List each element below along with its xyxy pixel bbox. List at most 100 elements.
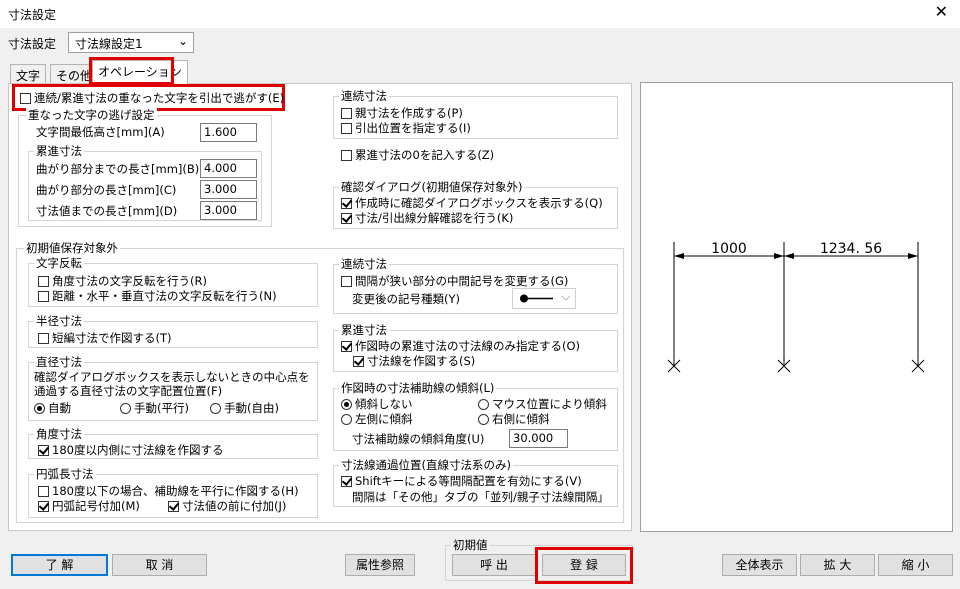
diameter-desc-2: 通過する直径寸法の文字配置位置(F) (34, 384, 223, 398)
symbol-type-select[interactable] (512, 288, 576, 309)
dim-value-length-label: 寸法値までの長さ[mm](D) (36, 204, 178, 218)
setting-label: 寸法設定 (8, 37, 57, 51)
draw-dimline-option[interactable]: 寸法線を作図する(S) (353, 354, 475, 369)
diameter-manual-parallel-option[interactable]: 手動(平行) (120, 401, 189, 416)
symbol-type-label: 変更後の記号種類(Y) (352, 292, 460, 306)
zoom-out-button[interactable]: 縮 小 (878, 554, 953, 576)
parent-dim-checkbox[interactable] (341, 108, 352, 119)
radius-short-option[interactable]: 短編寸法で作図する(T) (38, 331, 172, 346)
cumul-zero-checkbox[interactable] (341, 150, 352, 161)
confirm-title: 確認ダイアログ(初期値保存対象外) (339, 180, 525, 194)
explode-confirm-checkbox[interactable] (341, 213, 352, 224)
distance-reverse-checkbox[interactable] (38, 291, 49, 302)
dimension-preview-drawing: 1000 1234. 56 (667, 241, 925, 373)
cumul-only-checkbox[interactable] (341, 341, 352, 352)
arc-parallel-checkbox[interactable] (38, 486, 49, 497)
initial-value-title: 初期値 (451, 538, 490, 552)
min-height-label: 文字間最低高さ[mm](A) (36, 125, 165, 139)
diameter-auto-radio[interactable] (34, 403, 45, 414)
tilt-title: 作図時の寸法補助線の傾斜(L) (339, 381, 497, 395)
change-symbol-checkbox[interactable] (341, 276, 352, 287)
tilt-right-radio[interactable] (478, 414, 489, 425)
dim-value-length-input[interactable]: 3.000 (200, 201, 257, 220)
angle-inside-option[interactable]: 180度以内側に寸法線を作図する (38, 443, 223, 458)
lead-escape-checkbox[interactable] (20, 93, 31, 104)
init-excluded-title: 初期値保存対象外 (24, 241, 120, 255)
arc-symbol-checkbox[interactable] (38, 501, 49, 512)
bend-length-label: 曲がり部分の長さ[mm](C) (36, 183, 177, 197)
continuous-title: 連続寸法 (339, 89, 389, 103)
diameter-desc-1: 確認ダイアログボックスを表示しないときの中心点を (34, 370, 310, 384)
distance-reverse-option[interactable]: 距離・水平・垂直寸法の文字反転を行う(N) (38, 289, 277, 304)
preview-area: 1000 1234. 56 (640, 82, 953, 532)
shift-spacing-checkbox[interactable] (341, 476, 352, 487)
diameter-title: 直径寸法 (34, 355, 84, 369)
text-reverse-title: 文字反転 (34, 256, 84, 270)
pass-position-title: 寸法線通過位置(直線寸法系のみ) (339, 458, 513, 472)
radius-short-checkbox[interactable] (38, 333, 49, 344)
tilt-left-option[interactable]: 左側に傾斜 (341, 412, 413, 427)
zoom-in-button[interactable]: 拡 大 (800, 554, 875, 576)
cumul-only-option[interactable]: 作図時の累進寸法の寸法線のみ指定する(O) (341, 339, 580, 354)
tilt-angle-input[interactable]: 30.000 (509, 429, 568, 448)
tilt-none-radio[interactable] (341, 399, 352, 410)
bend-to-input[interactable]: 4.000 (200, 159, 257, 178)
lead-escape-option[interactable]: 連続/累進寸法の重なった文字を引出で逃がす(E) (20, 91, 284, 106)
fit-all-button[interactable]: 全体表示 (722, 554, 797, 576)
ok-button[interactable]: 了 解 (11, 554, 108, 576)
tilt-mouse-option[interactable]: マウス位置により傾斜 (478, 397, 607, 412)
highlight-tab (89, 57, 174, 85)
cumul-escape-title: 累進寸法 (34, 144, 84, 158)
shift-spacing-option[interactable]: Shiftキーによる等間隔配置を有効にする(V) (341, 474, 582, 489)
arc-parallel-option[interactable]: 180度以下の場合、補助線を平行に作図する(H) (38, 484, 299, 499)
angle-inside-checkbox[interactable] (38, 445, 49, 456)
title-bar: 寸法設定 ✕ (0, 0, 960, 28)
setting-value: 寸法線設定1 (75, 37, 143, 51)
change-symbol-option[interactable]: 間隔が狭い部分の中間記号を変更する(G) (341, 274, 568, 289)
arc-symbol-option[interactable]: 円弧記号付加(M) (38, 499, 140, 514)
diameter-manual-free-radio[interactable] (210, 403, 221, 414)
tilt-none-option[interactable]: 傾斜しない (341, 397, 413, 412)
tilt-angle-label: 寸法補助線の傾斜角度(U) (352, 432, 485, 446)
cumul-dim-title: 累進寸法 (339, 323, 389, 337)
setting-select[interactable]: 寸法線設定1 ⌄ (68, 32, 194, 53)
angle-reverse-checkbox[interactable] (38, 276, 49, 287)
cumul-zero-option[interactable]: 累進寸法の0を記入する(Z) (341, 148, 494, 163)
diameter-auto-option[interactable]: 自動 (34, 401, 71, 416)
arc-prefix-option[interactable]: 寸法値の前に付加(J) (168, 499, 286, 514)
draw-dimline-checkbox[interactable] (353, 356, 364, 367)
radius-title: 半径寸法 (34, 314, 84, 328)
tilt-mouse-radio[interactable] (478, 399, 489, 410)
tab-text[interactable]: 文字 (10, 64, 47, 84)
angle-title: 角度寸法 (34, 427, 84, 441)
continuous-symbol-title: 連続寸法 (339, 257, 389, 271)
arc-title: 円弧長寸法 (34, 467, 96, 481)
bend-length-input[interactable]: 3.000 (200, 180, 257, 199)
bend-to-label: 曲がり部分までの長さ[mm](B) (36, 162, 200, 176)
diameter-manual-parallel-radio[interactable] (120, 403, 131, 414)
call-button[interactable]: 呼 出 (452, 554, 536, 576)
preview-dim-2: 1234. 56 (820, 241, 882, 257)
explode-confirm-option[interactable]: 寸法/引出線分解確認を行う(K) (341, 211, 513, 226)
lead-position-checkbox[interactable] (341, 123, 352, 134)
tilt-right-option[interactable]: 右側に傾斜 (478, 412, 550, 427)
diameter-manual-free-option[interactable]: 手動(自由) (210, 401, 279, 416)
lead-position-option[interactable]: 引出位置を指定する(I) (341, 121, 471, 136)
attribute-reference-button[interactable]: 属性参照 (345, 554, 415, 576)
dot-arrow-icon (520, 294, 571, 303)
close-icon[interactable]: ✕ (935, 2, 948, 21)
pass-position-note: 間隔は「その他」タブの「並列/親子寸法線間隔」 (352, 490, 609, 504)
escape-settings-title: 重なった文字の逃げ設定 (26, 108, 157, 122)
window-title: 寸法設定 (8, 8, 57, 22)
tilt-left-radio[interactable] (341, 414, 352, 425)
confirm-dialog-checkbox[interactable] (341, 198, 352, 209)
min-height-input[interactable]: 1.600 (200, 123, 257, 142)
highlight-register (535, 547, 633, 584)
cancel-button[interactable]: 取 消 (112, 554, 207, 576)
arc-prefix-checkbox[interactable] (168, 501, 179, 512)
angle-reverse-option[interactable]: 角度寸法の文字反転を行う(R) (38, 274, 207, 289)
preview-dim-1: 1000 (711, 241, 747, 257)
chevron-down-icon: ⌄ (177, 34, 188, 48)
parent-dim-option[interactable]: 親寸法を作成する(P) (341, 106, 463, 121)
confirm-dialog-option[interactable]: 作成時に確認ダイアログボックスを表示する(Q) (341, 196, 603, 211)
